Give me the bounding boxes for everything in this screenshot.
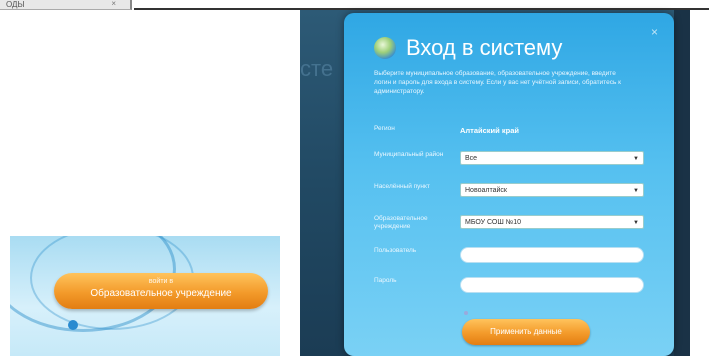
submit-button[interactable]: Применить данные bbox=[462, 319, 590, 345]
field-user: Пользователь bbox=[374, 247, 664, 269]
chevron-down-icon: ▼ bbox=[633, 188, 639, 194]
modal-description: Выберите муниципальное образование, обра… bbox=[374, 70, 621, 95]
district-select[interactable]: Все ▼ bbox=[460, 151, 644, 165]
close-icon[interactable]: × bbox=[651, 25, 658, 39]
modal-title: Вход в систему bbox=[406, 35, 563, 60]
background-heading: сте bbox=[300, 56, 334, 81]
school-select[interactable]: МБОУ СОШ №10 ▼ bbox=[460, 215, 644, 229]
field-locality: Населённый пункт Новоалтайск ▼ bbox=[374, 183, 664, 205]
field-label: Регион bbox=[374, 125, 395, 132]
banner: войти в Образовательное учреждение bbox=[10, 236, 280, 356]
field-label: Муниципальный район bbox=[374, 151, 444, 158]
select-value: Новоалтайск bbox=[465, 187, 507, 194]
select-value: Все bbox=[465, 155, 478, 162]
school-login-button[interactable]: войти в Образовательное учреждение bbox=[54, 273, 268, 309]
field-school: Образовательное учреждение МБОУ СОШ №10 … bbox=[374, 215, 664, 237]
locality-select[interactable]: Новоалтайск ▼ bbox=[460, 183, 644, 197]
globe-icon bbox=[374, 37, 396, 59]
field-label: Пользователь bbox=[374, 247, 417, 254]
password-input[interactable] bbox=[460, 277, 644, 293]
button-small-label: войти в bbox=[148, 278, 174, 285]
decorative-knob bbox=[68, 320, 78, 330]
field-label: Образовательное учреждение bbox=[374, 215, 428, 230]
field-label: Пароль bbox=[374, 277, 397, 284]
select-value: МБОУ СОШ №10 bbox=[465, 219, 522, 226]
button-main-label: Образовательное учреждение bbox=[90, 288, 232, 299]
login-modal: × Вход в систему Выберите муниципальное … bbox=[344, 13, 674, 356]
chevron-down-icon: ▼ bbox=[633, 220, 639, 226]
tab-label: ОДЫ bbox=[6, 0, 25, 9]
decorative-dot bbox=[464, 311, 468, 315]
field-label: Населённый пункт bbox=[374, 183, 430, 190]
browser-tab[interactable]: ОДЫ × bbox=[0, 0, 132, 10]
scroll-strip bbox=[674, 10, 690, 356]
chevron-down-icon: ▼ bbox=[633, 156, 639, 162]
field-region: Регион Алтайский край bbox=[374, 125, 664, 147]
field-password: Пароль bbox=[374, 277, 664, 299]
region-value: Алтайский край bbox=[460, 126, 519, 135]
username-input[interactable] bbox=[460, 247, 644, 263]
field-district: Муниципальный район Все ▼ bbox=[374, 151, 664, 173]
close-icon[interactable]: × bbox=[111, 0, 116, 9]
